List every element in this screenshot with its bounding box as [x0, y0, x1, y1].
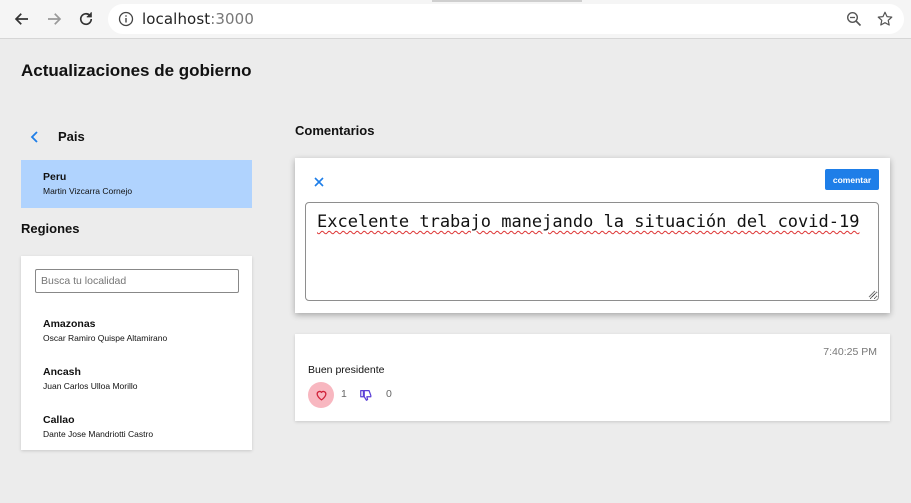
region-item-ancash[interactable]: Ancash Juan Carlos Ulloa Morillo	[43, 366, 243, 391]
address-bar[interactable]: localhost:3000	[108, 4, 904, 34]
close-icon[interactable]	[313, 176, 325, 188]
back-icon[interactable]	[12, 9, 32, 29]
star-icon[interactable]	[876, 10, 894, 28]
regions-title: Regiones	[21, 221, 80, 236]
region-item-callao[interactable]: Callao Dante Jose Mandriotti Castro	[43, 414, 243, 439]
chevron-left-icon[interactable]	[27, 129, 43, 145]
info-icon[interactable]	[118, 11, 134, 27]
region-name: Ancash	[43, 366, 81, 378]
like-button[interactable]	[308, 382, 334, 408]
selected-country[interactable]: Peru Martin Vizcarra Cornejo	[21, 160, 252, 208]
region-name: Callao	[43, 414, 75, 426]
comment-card: 7:40:25 PM Buen presidente 1 0	[295, 334, 890, 421]
comment-body: Buen presidente	[308, 364, 385, 376]
url-host: localhost	[142, 10, 211, 28]
country-name: Peru	[43, 171, 67, 183]
region-leader: Juan Carlos Ulloa Morillo	[43, 381, 138, 391]
like-count: 1	[341, 388, 347, 400]
forward-icon[interactable]	[44, 9, 64, 29]
comments-title: Comentarios	[295, 123, 375, 138]
zoom-icon[interactable]	[846, 11, 862, 27]
thumbs-down-icon[interactable]	[359, 388, 373, 402]
country-leader: Martin Vizcarra Cornejo	[43, 186, 133, 196]
heart-icon	[316, 390, 326, 401]
comment-textarea[interactable]: Excelente trabajo manejando la situación…	[305, 202, 879, 301]
comment-compose-card: comentar Excelente trabajo manejando la …	[295, 158, 890, 313]
country-section-label: Pais	[58, 129, 85, 144]
page-title: Actualizaciones de gobierno	[21, 61, 252, 80]
url-port: :3000	[210, 10, 254, 28]
resize-grip-icon[interactable]	[868, 290, 876, 298]
region-name: Amazonas	[43, 318, 96, 330]
browser-toolbar: localhost:3000	[0, 0, 911, 39]
comment-draft-text: Excelente trabajo manejando la situación…	[317, 212, 860, 232]
region-leader: Oscar Ramiro Quispe Altamirano	[43, 333, 168, 343]
country-header: Pais	[21, 126, 252, 148]
comment-timestamp: 7:40:25 PM	[823, 346, 877, 358]
reload-icon[interactable]	[76, 9, 96, 29]
url-text[interactable]: localhost:3000	[142, 10, 254, 28]
comment-submit-button[interactable]: comentar	[825, 169, 879, 190]
region-leader: Dante Jose Mandriotti Castro	[43, 429, 154, 439]
tab-strip	[432, 0, 582, 2]
regions-card: Amazonas Oscar Ramiro Quispe Altamirano …	[21, 256, 252, 450]
dislike-count: 0	[386, 388, 392, 400]
region-item-amazonas[interactable]: Amazonas Oscar Ramiro Quispe Altamirano	[43, 318, 243, 343]
region-search-input[interactable]	[35, 269, 239, 293]
